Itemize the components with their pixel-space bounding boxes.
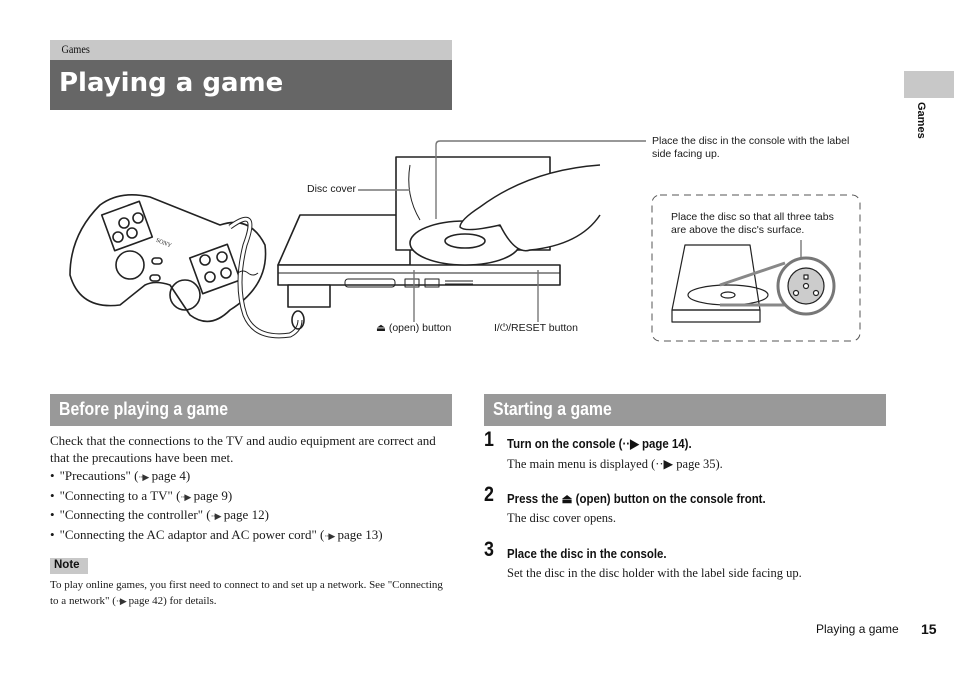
page-number: 15 bbox=[921, 621, 937, 637]
before-intro: Check that the connections to the TV and… bbox=[50, 433, 436, 465]
step-description: Set the disc in the disc holder with the… bbox=[507, 566, 802, 580]
step-number: 1 bbox=[484, 428, 494, 451]
step-title: Press the ⏏ (open) button on the console… bbox=[507, 491, 766, 506]
section-header: Games bbox=[50, 40, 452, 60]
list-item[interactable]: "Connecting to a TV" (··▶ page 9) bbox=[50, 487, 383, 507]
section-label: Games bbox=[61, 42, 90, 56]
step-title: Place the disc in the console. bbox=[507, 546, 667, 561]
page-ref-arrow-icon: ··▶ bbox=[210, 511, 222, 521]
side-tab-marker bbox=[904, 71, 954, 98]
page-title-bar: Playing a game bbox=[50, 60, 452, 110]
starting-heading: Starting a game bbox=[493, 399, 612, 419]
footer-label: Playing a game bbox=[816, 622, 899, 636]
page-ref-arrow-icon: ··▶ bbox=[115, 595, 127, 606]
list-item[interactable]: "Precautions" (··▶ page 4) bbox=[50, 467, 383, 487]
console-illustration: SONY bbox=[69, 140, 861, 342]
callout-disc-placement: Place the disc in the console with the l… bbox=[652, 135, 850, 160]
callout-tabs: Place the disc so that all three tabs ar… bbox=[671, 211, 834, 236]
callout-disc-cover: Disc cover bbox=[307, 183, 357, 195]
note-badge: Note bbox=[50, 558, 88, 574]
list-item[interactable]: "Connecting the controller" (··▶ page 12… bbox=[50, 506, 383, 526]
page-ref-arrow-icon: ··▶ bbox=[138, 472, 149, 482]
callout-open-button: ⏏ (open) button bbox=[376, 322, 452, 334]
step-title: Turn on the console (··▶ page 14). bbox=[507, 436, 692, 451]
before-heading-bar: Before playing a game bbox=[50, 394, 452, 426]
page-ref-arrow-icon: ··▶ bbox=[324, 530, 335, 541]
starting-heading-bar: Starting a game bbox=[484, 394, 886, 426]
controller-icon: SONY bbox=[69, 194, 267, 323]
list-item[interactable]: "Connecting the AC adaptor and AC power … bbox=[50, 526, 383, 546]
note-label: Note bbox=[54, 559, 80, 571]
side-tab: Games bbox=[913, 102, 927, 152]
note-text: To play online games, you first need to … bbox=[50, 579, 443, 607]
page-ref-arrow-icon: ··▶ bbox=[180, 491, 191, 502]
step-number: 3 bbox=[484, 538, 494, 561]
callout-reset-button: I/⏻/RESET button bbox=[494, 322, 578, 334]
prerequisite-list: "Precautions" (··▶ page 4) "Connecting t… bbox=[50, 467, 383, 545]
step-description: The main menu is displayed (··▶ page 35)… bbox=[507, 457, 723, 471]
illustration: SONY Place the disc in the console with … bbox=[60, 135, 870, 350]
step-description: The disc cover opens. bbox=[507, 511, 616, 525]
side-tab-label: Games bbox=[915, 102, 927, 139]
page-title: Playing a game bbox=[59, 68, 284, 98]
step-number: 2 bbox=[484, 483, 494, 506]
before-heading: Before playing a game bbox=[59, 399, 229, 419]
